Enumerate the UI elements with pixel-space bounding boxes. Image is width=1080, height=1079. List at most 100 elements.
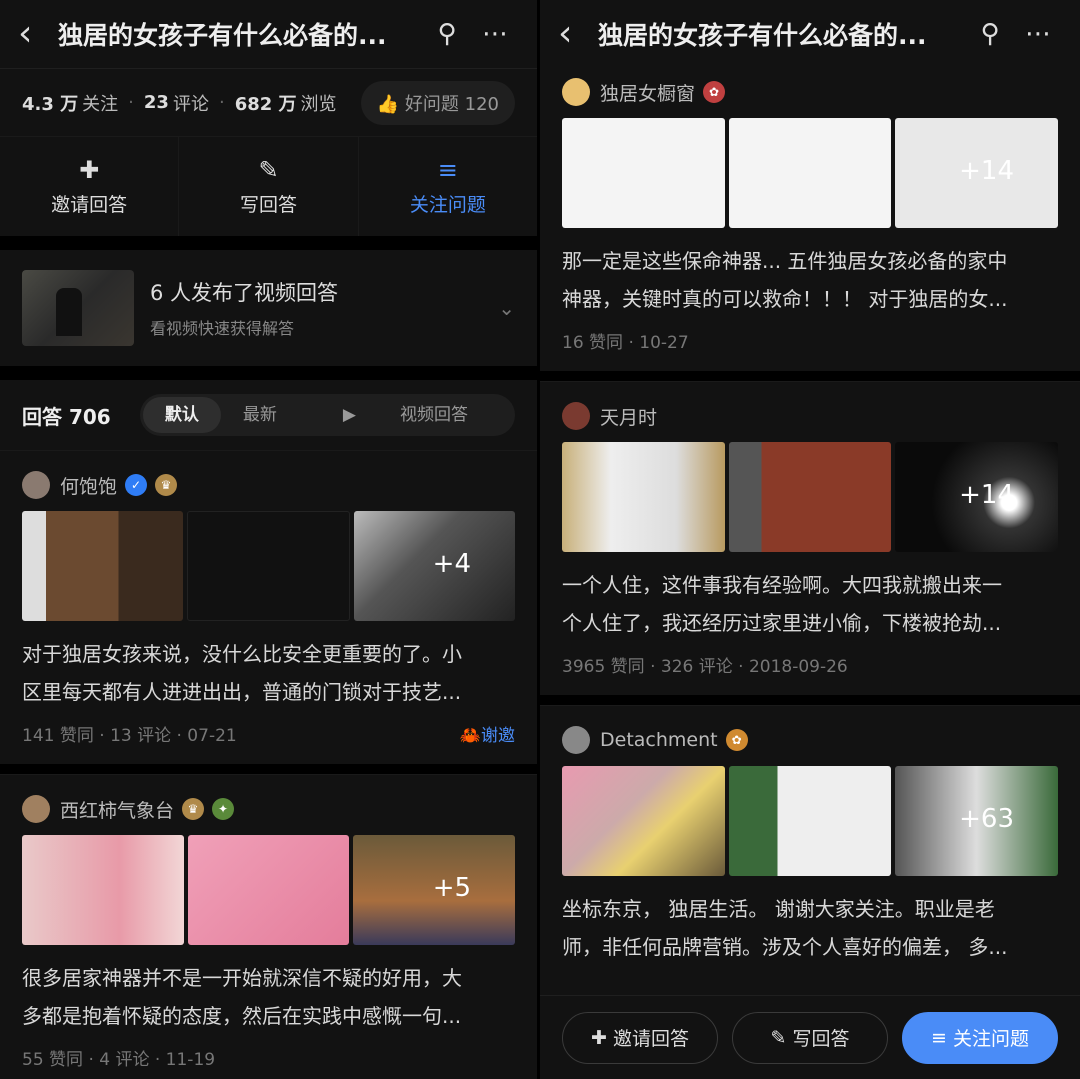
author-name[interactable]: 西红柿气象台 (60, 796, 174, 823)
bottom-action-bar: ✚ 邀请回答 ✎ 写回答 ≡ 关注问题 (540, 995, 1080, 1079)
answer-image[interactable] (22, 835, 184, 945)
answer-meta-text: 16 赞同 · 10-27 (562, 333, 689, 353)
divider (540, 695, 1080, 705)
crest-badge-icon: ✦ (212, 798, 235, 820)
answer-meta-text: 3965 赞同 · 326 评论 · 2018-09-26 (562, 657, 848, 677)
search-icon[interactable]: ⚲ (966, 19, 1014, 49)
follow-question-label: 关注问题 (409, 194, 486, 216)
medal-badge-icon: ♛ (182, 798, 205, 820)
more-icon[interactable]: ⋯ (1014, 19, 1062, 49)
answer-excerpt-line: 那一定是这些保命神器... 五件独居女孩必备的家中 (562, 249, 1008, 273)
author-name[interactable]: 天月时 (600, 403, 657, 430)
follow-list-icon: ≡ (437, 156, 458, 184)
follow-question-button[interactable]: ≡ 关注问题 (902, 1011, 1058, 1064)
answer-image[interactable] (728, 766, 892, 876)
answer-author[interactable]: 独居女橱窗 ✿ (562, 72, 1058, 112)
answer-excerpt-line: 区里每天都有人进进出出，普通的门锁对于技艺... (22, 680, 462, 704)
answer-images[interactable]: +5 (22, 835, 516, 945)
answer-image[interactable] (562, 442, 725, 552)
back-icon[interactable]: ‹ (18, 16, 58, 52)
answer-image[interactable]: +4 (354, 511, 515, 621)
thanks-label: 谢邀 (481, 726, 515, 746)
author-name[interactable]: Detachment (600, 729, 718, 751)
answers-count: 回答 706 (22, 404, 111, 429)
invite-answer-label: 邀请回答 (51, 194, 128, 216)
views-label: 浏览 (300, 93, 337, 115)
follow-question-button[interactable]: ≡ 关注问题 (359, 137, 537, 236)
answer-image[interactable] (562, 118, 725, 228)
avatar[interactable] (22, 795, 50, 823)
write-answer-label: 写回答 (792, 1028, 850, 1050)
answer-image[interactable]: +63 (895, 766, 1059, 876)
divider (0, 366, 537, 380)
answer-images[interactable]: +4 (22, 511, 515, 621)
back-icon[interactable]: ‹ (558, 16, 598, 52)
answer-excerpt-line: 个人住了，我还经历过家里进小偷，下楼被抢劫... (562, 611, 1002, 635)
tab-default[interactable]: 默认 (142, 397, 221, 433)
question-stats: 4.3 万关注 · 23 评论 · 682 万浏览 👍 好问题 120 (0, 68, 537, 136)
video-banner-subtitle: 看视频快速获得解答 (150, 319, 295, 338)
answer-author[interactable]: 何饱饱 ✓ ♛ (22, 465, 515, 505)
answer-image[interactable] (562, 766, 725, 876)
author-name[interactable]: 独居女橱窗 (600, 79, 695, 106)
tab-latest[interactable]: 最新 (221, 397, 299, 433)
answer-card[interactable]: Detachment ✿ +63 坐标东京， 独居生活。 谢谢大家关注。职业是老… (540, 705, 1080, 966)
dot-separator: · (218, 92, 225, 113)
left-screen: ‹ 独居的女孩子有什么必备的... ⚲ ⋯ 4.3 万关注 · 23 评论 · 6… (0, 0, 537, 1079)
answer-image[interactable] (187, 835, 350, 945)
answer-author[interactable]: Detachment ✿ (562, 720, 1058, 760)
top-bar: ‹ 独居的女孩子有什么必备的... ⚲ ⋯ (0, 0, 537, 68)
answer-image[interactable] (728, 442, 892, 552)
more-icon[interactable]: ⋯ (471, 19, 519, 49)
avatar[interactable] (22, 471, 50, 499)
answer-card[interactable]: 天月时 +14 一个人住，这件事我有经验啊。大四我就搬出来一 个人住了，我还经历… (540, 381, 1080, 677)
answer-image[interactable]: +14 (895, 442, 1059, 552)
video-answers-banner[interactable]: 6 人发布了视频回答 看视频快速获得解答 ⌄ (0, 250, 537, 366)
follow-list-icon: ≡ (931, 1026, 947, 1049)
answer-excerpt-line: 多都是抱着怀疑的态度，然后在实践中感慨一句... (22, 1004, 462, 1028)
more-images-count: +5 (432, 873, 472, 903)
answer-card[interactable]: 何饱饱 ✓ ♛ +4 对于独居女孩来说，没什么比安全更重要的了。小 区里每天都有… (0, 450, 537, 746)
invite-answer-button[interactable]: ✚ 邀请回答 (562, 1011, 718, 1064)
answer-card[interactable]: 独居女橱窗 ✿ +14 那一定是这些保命神器... 五件独居女孩必备的家中 神器… (540, 68, 1080, 353)
question-actions: ✚ 邀请回答 ✎ 写回答 ≡ 关注问题 (0, 136, 537, 236)
thumbs-up-icon: 👍 (376, 93, 400, 115)
thanks-invite-button[interactable]: 🦀谢邀 (460, 721, 515, 746)
invite-answer-button[interactable]: ✚ 邀请回答 (0, 137, 180, 236)
chevron-down-icon[interactable]: ⌄ (498, 296, 515, 320)
answer-image[interactable]: +14 (895, 118, 1059, 228)
divider (0, 764, 537, 774)
dot-separator: · (128, 92, 134, 113)
flower-badge-icon: ✿ (703, 81, 726, 103)
answer-meta-text: 141 赞同 · 13 评论 · 07-21 (22, 726, 237, 746)
more-images-count: +4 (432, 549, 471, 579)
answer-images[interactable]: +14 (562, 118, 1059, 228)
answer-image[interactable] (187, 511, 350, 621)
video-thumbnail (22, 270, 134, 346)
avatar[interactable] (562, 402, 590, 430)
answer-images[interactable]: +63 (562, 766, 1059, 876)
answer-image[interactable] (728, 118, 892, 228)
edit-icon: ✎ (770, 1026, 787, 1049)
good-question-button[interactable]: 👍 好问题 120 (360, 80, 515, 125)
answer-excerpt-line: 很多居家神器并不是一开始就深信不疑的好用，大 (22, 966, 462, 990)
answer-images[interactable]: +14 (562, 442, 1059, 552)
answer-image[interactable]: +5 (353, 835, 516, 945)
answer-image[interactable] (22, 511, 183, 621)
write-answer-button[interactable]: ✎ 写回答 (732, 1011, 888, 1064)
views-count: 682 万 (234, 93, 297, 115)
author-name[interactable]: 何饱饱 (60, 472, 117, 499)
avatar[interactable] (562, 78, 590, 106)
answer-author[interactable]: 天月时 (562, 396, 1058, 436)
follow-question-label: 关注问题 (952, 1028, 1029, 1050)
answer-card[interactable]: 西红柿气象台 ♛ ✦ +5 很多居家神器并不是一开始就深信不疑的好用，大 多都是… (0, 774, 537, 1070)
answer-meta: 16 赞同 · 10-27 (562, 328, 1058, 353)
write-answer-button[interactable]: ✎ 写回答 (179, 137, 359, 236)
avatar[interactable] (562, 726, 590, 754)
answer-author[interactable]: 西红柿气象台 ♛ ✦ (22, 789, 515, 829)
tab-video-answers[interactable]: ▶ 视频回答 (299, 397, 512, 433)
answer-excerpt-line: 坐标东京， 独居生活。 谢谢大家关注。职业是老 (562, 897, 995, 921)
search-icon[interactable]: ⚲ (423, 19, 471, 49)
question-title: 独居的女孩子有什么必备的... (598, 21, 927, 50)
more-images-count: +63 (959, 804, 1015, 834)
